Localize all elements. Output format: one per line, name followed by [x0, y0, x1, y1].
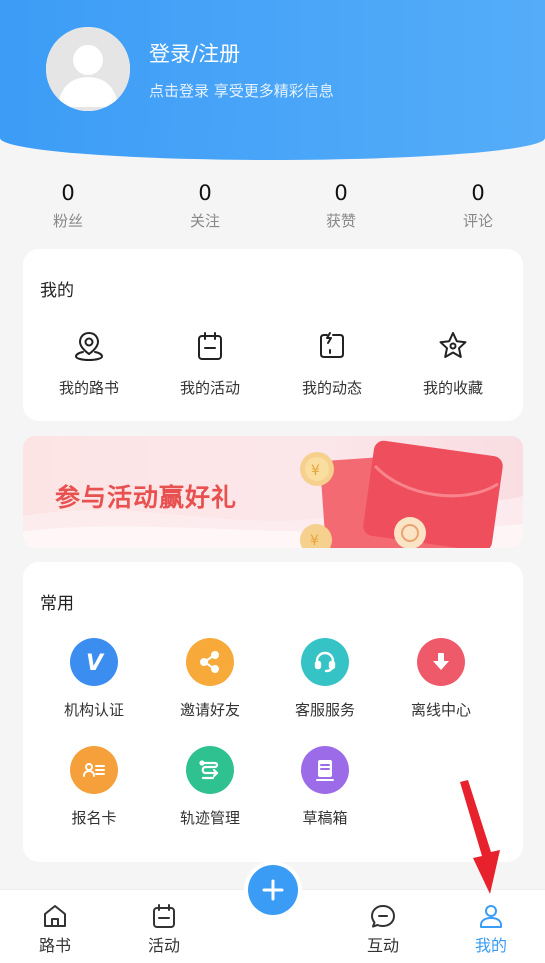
calendar-icon	[153, 904, 175, 928]
mine-item-label: 我的收藏	[422, 379, 483, 397]
common-item-label: 客服服务	[294, 701, 355, 719]
tab-label: 活动	[147, 936, 180, 955]
dynamic-icon	[320, 332, 344, 358]
my-dynamics-item[interactable]: 我的动态	[272, 330, 392, 398]
default-avatar-icon	[46, 27, 130, 111]
promo-banner[interactable]: ¥ ¥ 参与活动赢好礼	[23, 436, 523, 548]
calendar-icon	[198, 332, 222, 360]
stat-value: 0	[471, 181, 485, 205]
tab-activities[interactable]: 活动	[129, 902, 199, 956]
create-button-circle	[248, 865, 298, 915]
stat-label: 粉丝	[52, 212, 83, 230]
login-subtitle: 点击登录 享受更多精彩信息	[149, 82, 334, 100]
stat-comments[interactable]: 0 评论	[438, 178, 518, 231]
chat-icon	[371, 905, 395, 928]
stats-row: 0 粉丝 0 关注 0 获赞 0 评论	[0, 178, 545, 238]
star-icon	[439, 332, 467, 358]
mine-item-label: 我的活动	[179, 379, 240, 397]
tab-label: 我的	[474, 936, 507, 955]
org-verify-item[interactable]: V 机构认证	[39, 638, 149, 720]
track-management-item[interactable]: 轨迹管理	[155, 746, 265, 828]
common-item-label: 机构认证	[63, 701, 124, 719]
card-icon	[70, 746, 118, 794]
stat-label: 关注	[189, 212, 220, 230]
share-icon	[186, 638, 234, 686]
offline-center-item[interactable]: 离线中心	[386, 638, 496, 720]
tab-mine[interactable]: 我的	[456, 902, 526, 956]
mine-card: 我的 我的路书 我的活动 我的动态 我的收藏	[23, 249, 523, 421]
customer-service-item[interactable]: 客服服务	[270, 638, 380, 720]
invite-friends-item[interactable]: 邀请好友	[155, 638, 265, 720]
my-favorites-item[interactable]: 我的收藏	[393, 330, 513, 398]
stat-following[interactable]: 0 关注	[165, 178, 245, 231]
common-item-label: 轨迹管理	[179, 809, 240, 827]
common-item-label: 草稿箱	[302, 809, 348, 827]
common-item-label: 离线中心	[410, 701, 471, 719]
login-register-link[interactable]: 登录/注册	[149, 38, 240, 68]
download-icon	[417, 638, 465, 686]
headset-icon	[301, 638, 349, 686]
my-activities-item[interactable]: 我的活动	[150, 330, 270, 398]
red-arrow-annotation	[460, 780, 500, 894]
tab-interaction[interactable]: 互动	[348, 902, 418, 956]
tab-label: 互动	[366, 936, 399, 955]
plus-icon	[262, 879, 284, 901]
svg-text:V: V	[86, 651, 105, 675]
svg-text:¥: ¥	[311, 463, 320, 479]
stat-value: 0	[61, 181, 75, 205]
create-button[interactable]	[244, 861, 302, 919]
mine-item-label: 我的动态	[301, 379, 362, 397]
user-icon	[480, 905, 502, 928]
track-icon	[186, 746, 234, 794]
common-card: 常用 V 机构认证 邀请好友 客服服务 离线中心 报名卡 轨迹管理 草稿箱	[23, 562, 523, 862]
map-pin-icon	[75, 332, 103, 361]
tab-routebook[interactable]: 路书	[20, 902, 90, 956]
draft-icon	[301, 746, 349, 794]
verify-icon: V	[70, 638, 118, 686]
profile-header: 登录/注册 点击登录 享受更多精彩信息	[0, 0, 545, 160]
stat-label: 评论	[462, 212, 493, 230]
stat-label: 获赞	[325, 212, 356, 230]
tab-label: 路书	[38, 936, 71, 955]
svg-text:¥: ¥	[310, 533, 319, 548]
stat-likes[interactable]: 0 获赞	[301, 178, 381, 231]
mine-card-title: 我的	[40, 281, 74, 301]
stat-value: 0	[198, 181, 212, 205]
stat-value: 0	[334, 181, 348, 205]
signup-card-item[interactable]: 报名卡	[39, 746, 149, 828]
common-card-title: 常用	[40, 594, 74, 614]
common-item-label: 邀请好友	[179, 701, 240, 719]
common-item-label: 报名卡	[71, 809, 117, 827]
banner-text: 参与活动赢好礼	[55, 483, 238, 512]
my-routebook-item[interactable]: 我的路书	[29, 330, 149, 398]
mine-item-label: 我的路书	[58, 379, 119, 397]
home-icon	[44, 905, 66, 927]
drafts-item[interactable]: 草稿箱	[270, 746, 380, 828]
stat-fans[interactable]: 0 粉丝	[28, 178, 108, 231]
avatar[interactable]	[46, 27, 130, 111]
